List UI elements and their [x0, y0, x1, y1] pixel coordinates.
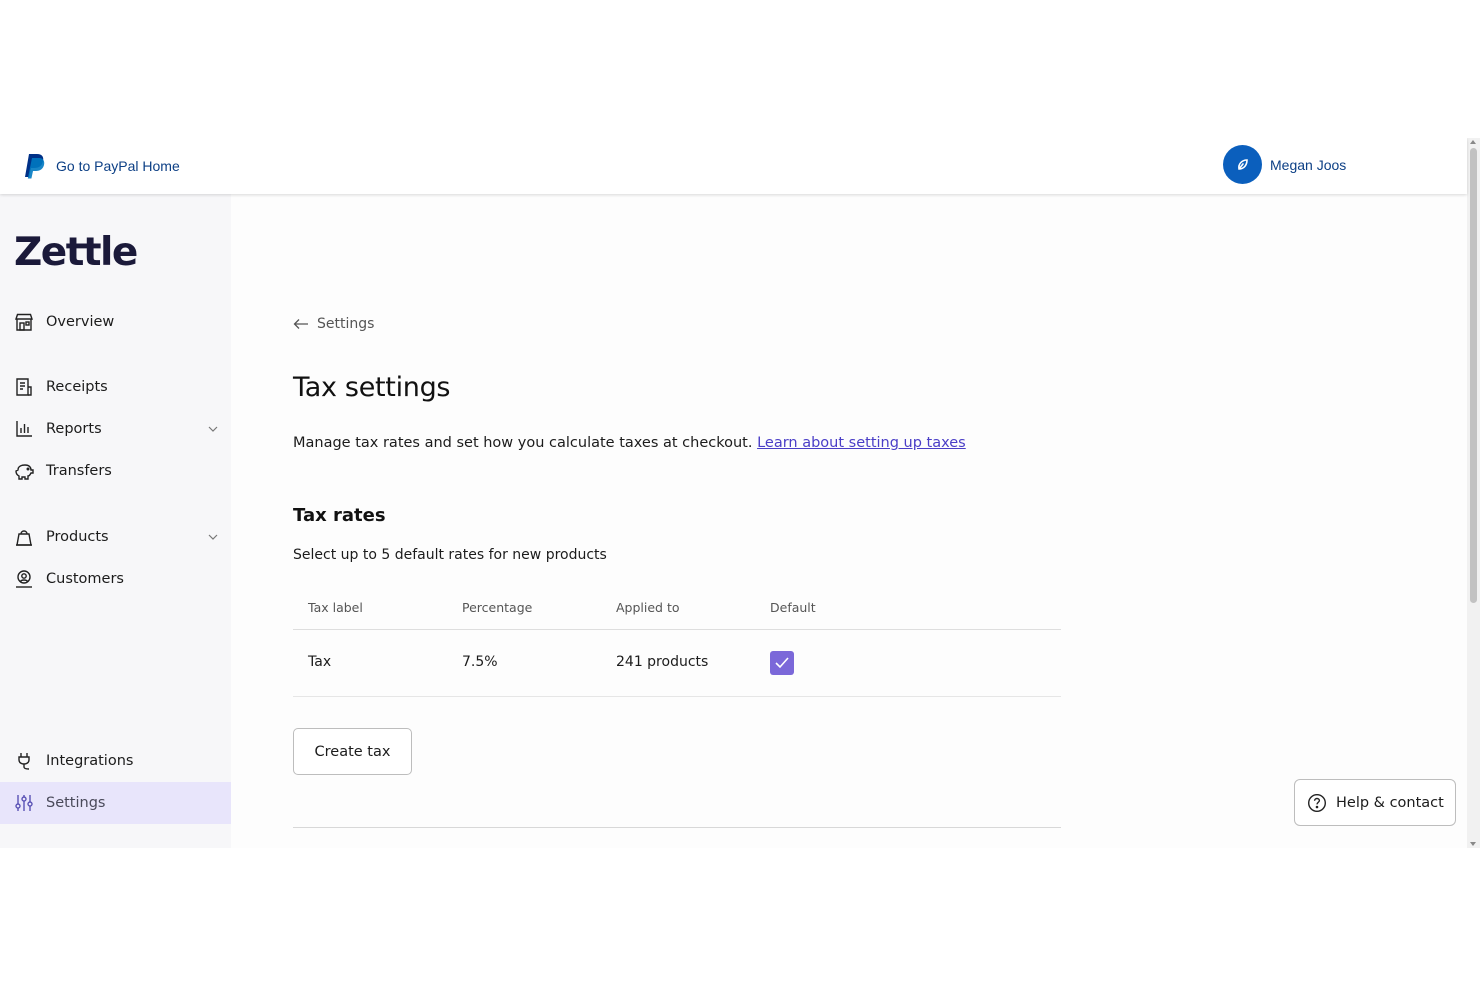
learn-taxes-link[interactable]: Learn about setting up taxes — [757, 435, 966, 451]
tax-rates-heading: Tax rates — [293, 505, 386, 526]
sidebar-item-reports[interactable]: Reports — [0, 408, 231, 450]
sidebar-item-overview[interactable]: Overview — [0, 301, 231, 343]
divider — [293, 827, 1061, 828]
customers-icon — [16, 570, 32, 588]
sidebar-item-customers[interactable]: Customers — [0, 558, 231, 600]
sidebar-item-label: Transfers — [46, 463, 112, 479]
description-text: Manage tax rates and set how you calcula… — [293, 435, 753, 451]
sliders-icon — [15, 795, 33, 811]
column-header: Applied to — [616, 600, 680, 615]
sidebar-item-products[interactable]: Products — [0, 516, 231, 558]
scroll-down-arrow-icon[interactable] — [1470, 842, 1476, 846]
page-description: Manage tax rates and set how you calcula… — [293, 435, 966, 451]
table-row[interactable]: Tax 7.5% 241 products — [293, 630, 1061, 697]
paypal-home-label: Go to PayPal Home — [56, 158, 180, 174]
user-name: Megan Joos — [1270, 156, 1347, 173]
paypal-logo-icon — [25, 154, 45, 179]
help-contact-label: Help & contact — [1336, 794, 1444, 811]
tax-rates-subtitle: Select up to 5 default rates for new pro… — [293, 547, 607, 563]
sidebar-item-label: Products — [46, 529, 109, 545]
sidebar-item-label: Settings — [46, 795, 106, 811]
sidebar-item-label: Customers — [46, 571, 124, 587]
sidebar-item-label: Integrations — [46, 753, 134, 769]
chevron-down-icon — [208, 534, 218, 540]
user-menu[interactable]: Megan Joos — [1223, 145, 1346, 184]
sidebar-item-label: Reports — [46, 421, 102, 437]
sidebar-item-label: Receipts — [46, 379, 108, 395]
shopping-bag-icon — [16, 530, 32, 546]
percentage-cell: 7.5% — [462, 654, 498, 670]
avatar — [1223, 145, 1262, 184]
chevron-down-icon — [208, 426, 218, 432]
applied-to-cell: 241 products — [616, 654, 709, 670]
question-circle-icon — [1307, 793, 1327, 812]
piggy-bank-icon — [15, 464, 34, 480]
sidebar-item-transfers[interactable]: Transfers — [0, 450, 231, 492]
arrow-left-icon — [293, 319, 308, 329]
app-frame: Go to PayPal Home Megan Joos Zettle Over… — [0, 138, 1480, 848]
zettle-logo[interactable]: Zettle — [14, 230, 138, 275]
sidebar: Zettle Overview Receipts Reports Transfe… — [0, 194, 231, 848]
tax-rates-table: Tax label Percentage Applied to Default … — [293, 588, 1061, 697]
sidebar-item-settings[interactable]: Settings — [0, 782, 231, 824]
table-header: Tax label Percentage Applied to Default — [293, 588, 1061, 630]
breadcrumb-label: Settings — [317, 316, 375, 332]
default-checkbox[interactable] — [770, 651, 794, 675]
sidebar-item-integrations[interactable]: Integrations — [0, 740, 231, 782]
breadcrumb[interactable]: Settings — [293, 316, 374, 332]
plug-icon — [18, 753, 30, 770]
paypal-home-link[interactable]: Go to PayPal Home — [24, 153, 180, 179]
sidebar-item-receipts[interactable]: Receipts — [0, 366, 231, 408]
leaf-icon — [1237, 158, 1248, 170]
help-contact-button[interactable]: Help & contact — [1294, 779, 1456, 826]
tax-label-cell: Tax — [308, 654, 332, 670]
scroll-thumb[interactable] — [1470, 148, 1477, 603]
receipt-icon — [16, 378, 32, 396]
column-header: Tax label — [308, 600, 363, 615]
scroll-up-arrow-icon[interactable] — [1470, 140, 1476, 144]
page-title: Tax settings — [293, 372, 451, 403]
create-tax-button[interactable]: Create tax — [293, 728, 412, 775]
checkmark-icon — [775, 657, 789, 669]
column-header: Percentage — [462, 600, 533, 615]
top-bar: Go to PayPal Home Megan Joos — [0, 138, 1467, 194]
storefront-icon — [15, 313, 33, 331]
scrollbar[interactable] — [1467, 138, 1480, 848]
bar-chart-icon — [16, 421, 32, 437]
sidebar-item-label: Overview — [46, 314, 115, 330]
column-header: Default — [770, 600, 816, 615]
